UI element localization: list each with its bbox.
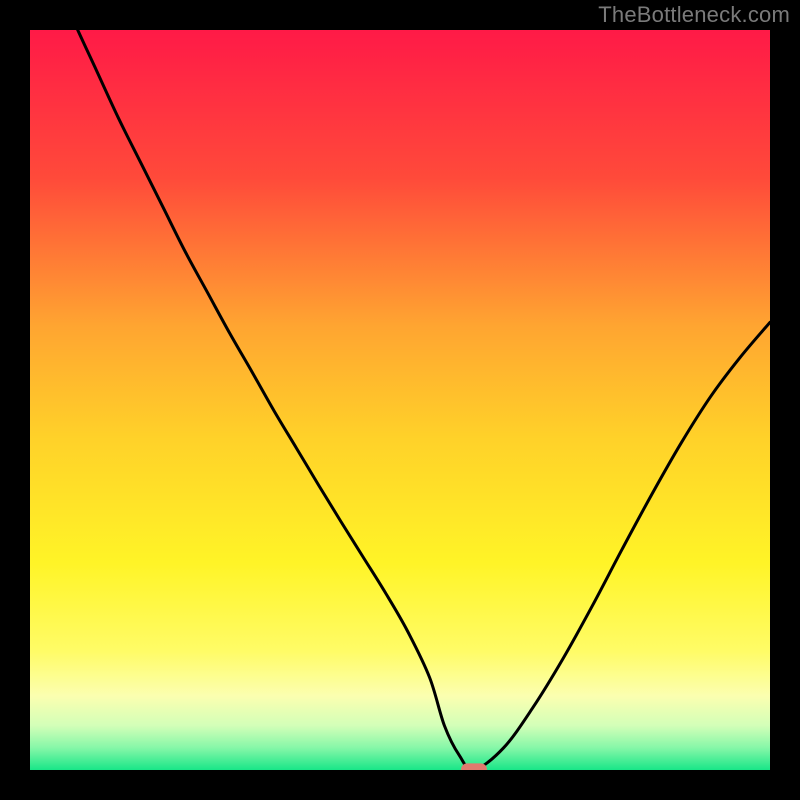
gradient-background	[30, 30, 770, 770]
optimal-point-marker	[461, 763, 487, 770]
watermark-text: TheBottleneck.com	[598, 2, 790, 28]
chart-frame: TheBottleneck.com	[0, 0, 800, 800]
chart-plot-area	[30, 30, 770, 770]
